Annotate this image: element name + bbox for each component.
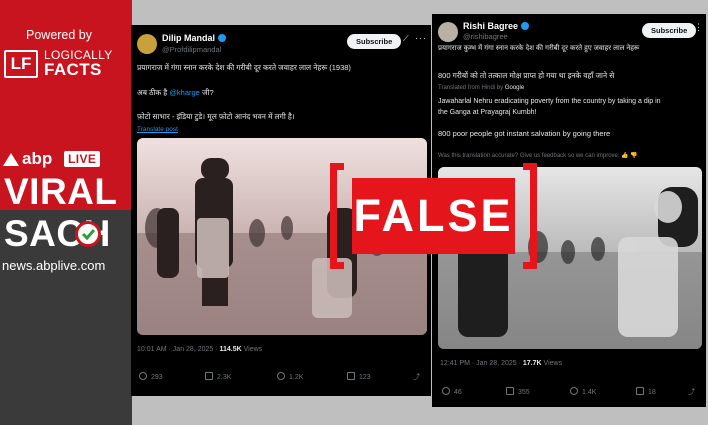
- post-metadata: 10:01 AM · Jan 28, 2025 · 114.5K Views: [137, 346, 263, 353]
- verified-badge-icon: [521, 22, 530, 30]
- powered-by-label: Powered by: [26, 28, 93, 42]
- like-button[interactable]: 1.4K: [570, 387, 596, 396]
- user-handle[interactable]: @Profdilipmandal: [162, 45, 221, 54]
- repost-button[interactable]: 355: [506, 387, 530, 396]
- brand-panel: Powered by LF LOGICALLY FACTS abp LIVE V…: [0, 0, 132, 425]
- tweet-text-line: 800 गरीबों को तो तत्काल मोक्ष प्राप्त हो…: [438, 71, 615, 80]
- reply-button[interactable]: 293: [139, 372, 163, 381]
- logically-facts-logo: LF LOGICALLY FACTS: [4, 48, 128, 82]
- grok-icon[interactable]: ⟋: [403, 34, 409, 44]
- translation-line: the Ganga at Prayagraj Kumbh!: [438, 109, 537, 116]
- viral-title: VIRAL: [4, 171, 118, 212]
- translation-feedback: Was this translation accurate? Give us f…: [438, 153, 638, 159]
- avatar[interactable]: [137, 34, 157, 54]
- lf-name-bottom: FACTS: [44, 60, 102, 79]
- reply-button[interactable]: 46: [442, 387, 462, 396]
- abp-triangle-icon: [3, 153, 19, 166]
- translated-from-label: Translated from Hindi by Google: [438, 85, 525, 91]
- tweet-text-line: प्रयागराज में गंगा स्नान करके देश की गरी…: [137, 63, 351, 72]
- tweet-text-line: अब ठीक है @kharge जी?: [137, 88, 214, 97]
- bookmark-button[interactable]: 18: [636, 387, 656, 396]
- source-domain: news.abplive.com: [2, 258, 106, 273]
- bookmark-icon: [636, 387, 644, 395]
- bookmark-icon: [347, 372, 355, 380]
- share-button[interactable]: ⤴: [688, 387, 695, 397]
- tweet-text-line: फ़ोटो साभार - इंडिया टुडे। मूल फ़ोटो आनं…: [137, 112, 295, 121]
- bookmark-button[interactable]: 123: [347, 372, 371, 381]
- heart-icon: [570, 387, 578, 395]
- thumbs-up-icon[interactable]: 👍: [621, 153, 628, 159]
- translation-line: 800 poor people got instant salvation by…: [438, 129, 611, 138]
- stamp-bracket-right: [523, 163, 537, 269]
- tweet-text-line: प्रयागराज कुम्भ में गंगा स्नान करके देश …: [438, 45, 640, 52]
- mention-link[interactable]: @kharge: [169, 88, 200, 97]
- stamp-box: FALSE: [352, 178, 515, 254]
- more-options-icon[interactable]: ⋮: [694, 22, 704, 33]
- abp-live-logo: abp LIVE: [2, 149, 130, 170]
- check-badge-icon: [75, 221, 101, 247]
- false-label: FALSE: [353, 190, 514, 241]
- repost-icon: [205, 372, 213, 380]
- reply-icon: [442, 387, 450, 395]
- repost-icon: [506, 387, 514, 395]
- repost-button[interactable]: 2.3K: [205, 372, 231, 381]
- tweet-actions: 293 2.3K 1.2K 123 ⤴: [137, 372, 427, 384]
- subscribe-button[interactable]: Subscribe: [347, 34, 402, 49]
- subscribe-button[interactable]: Subscribe: [642, 23, 697, 38]
- lf-mark: LF: [4, 50, 38, 78]
- post-metadata: 12:41 PM · Jan 28, 2025 · 17.7K Views: [440, 360, 563, 367]
- thumbs-down-icon[interactable]: 👎: [630, 153, 637, 159]
- display-name[interactable]: Rishi Bagree: [463, 21, 530, 31]
- abp-text: abp: [22, 149, 53, 168]
- live-badge: LIVE: [64, 151, 101, 167]
- tweet-actions: 46 355 1.4K 18 ⤴: [440, 387, 702, 399]
- stamp-bracket-left: [330, 163, 344, 269]
- share-button[interactable]: ⤴: [413, 372, 420, 382]
- user-handle[interactable]: @rishibagree: [463, 32, 508, 41]
- reply-icon: [139, 372, 147, 380]
- more-options-icon[interactable]: ···: [415, 33, 427, 43]
- false-verdict-stamp: FALSE: [330, 163, 537, 269]
- translate-post-link[interactable]: Translate post: [137, 126, 178, 133]
- translation-line: Jawaharlal Nehru eradicating poverty fro…: [438, 98, 661, 105]
- verified-badge-icon: [218, 34, 227, 42]
- avatar[interactable]: [438, 22, 458, 42]
- display-name[interactable]: Dilip Mandal: [162, 33, 227, 43]
- like-button[interactable]: 1.2K: [277, 372, 303, 381]
- heart-icon: [277, 372, 285, 380]
